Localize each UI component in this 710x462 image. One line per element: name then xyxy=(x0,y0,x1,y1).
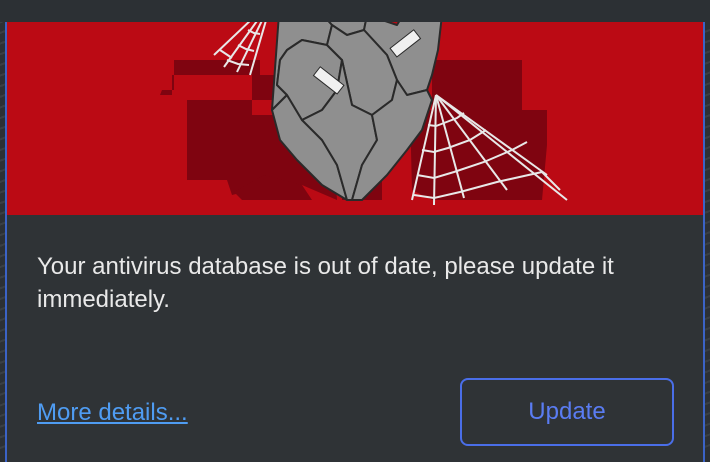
alert-banner xyxy=(7,22,703,215)
alert-message: Your antivirus database is out of date, … xyxy=(37,253,614,313)
window-top-strip xyxy=(0,0,710,22)
more-details-link[interactable]: More details... xyxy=(37,399,188,427)
broken-shield-with-cobwebs-icon xyxy=(160,22,568,206)
antivirus-alert-dialog: Your antivirus database is out of date, … xyxy=(5,22,705,462)
update-button[interactable]: Update xyxy=(460,378,674,446)
